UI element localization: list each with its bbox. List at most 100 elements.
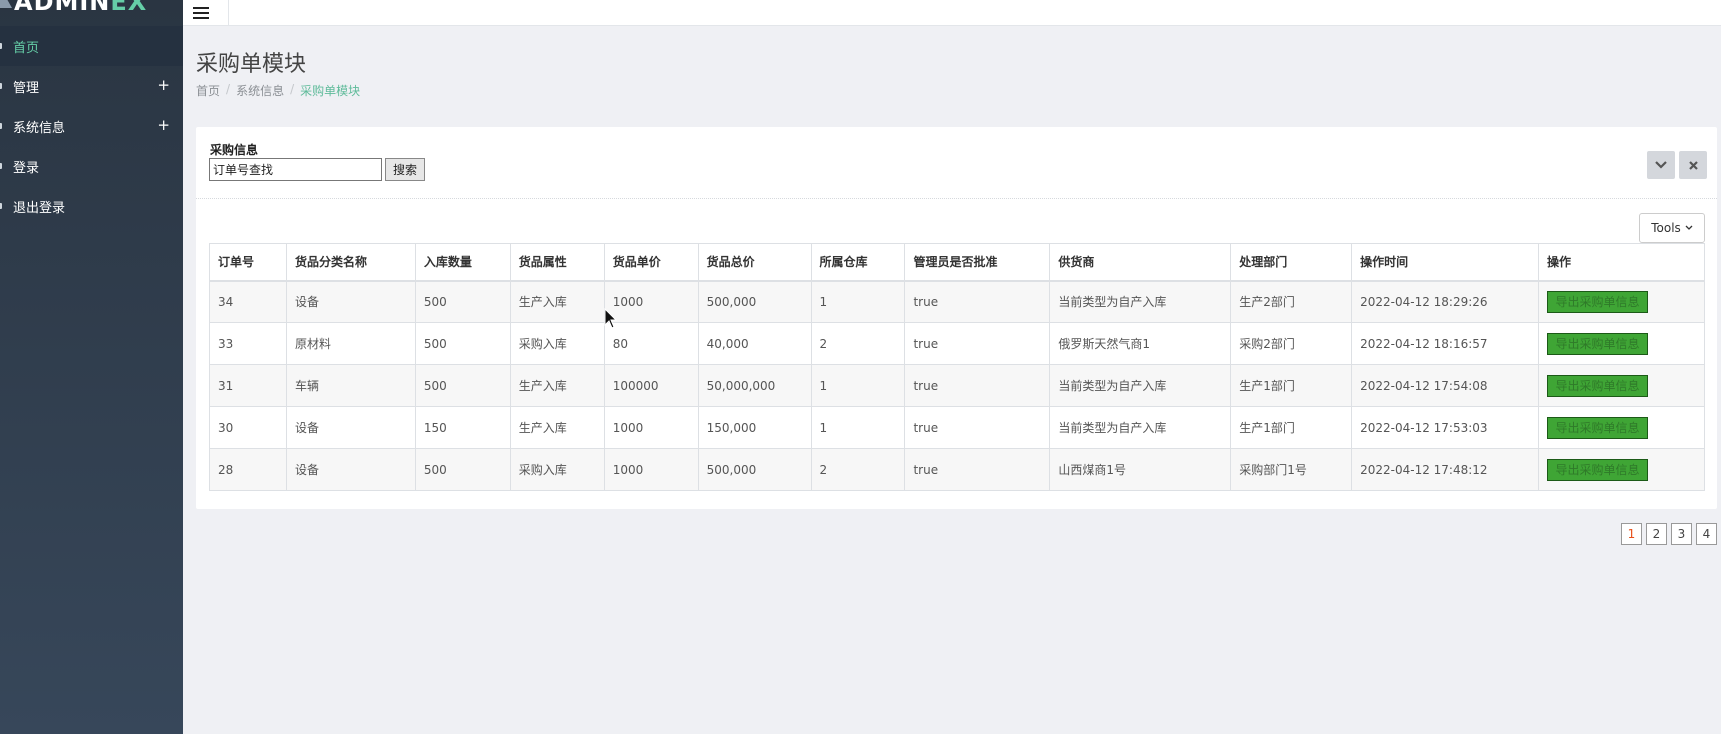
table-cell: 生产1部门	[1230, 364, 1353, 407]
search-button[interactable]: 搜索	[385, 158, 425, 181]
table-cell: 2022-04-12 18:16:57	[1351, 322, 1539, 365]
table-cell: 500	[414, 448, 511, 491]
export-purchase-order-button[interactable]: 导出采购单信息	[1547, 458, 1648, 481]
table-cell: 50,000,000	[697, 364, 812, 407]
sidebar-item[interactable]: 登录	[0, 146, 183, 186]
sidebar-item-label: 登录	[13, 160, 40, 176]
top-bar	[183, 0, 1721, 26]
page-button[interactable]: 2	[1646, 523, 1667, 545]
table-cell: true	[904, 364, 1051, 407]
table-cell: 生产2部门	[1230, 280, 1353, 323]
column-header[interactable]: 处理部门	[1230, 243, 1353, 282]
export-purchase-order-button[interactable]: 导出采购单信息	[1547, 374, 1648, 397]
table-cell: 2	[810, 448, 906, 491]
table-cell: true	[904, 280, 1051, 323]
menu-toggle-icon[interactable]	[183, 0, 229, 26]
nav-item-icon	[0, 43, 2, 49]
table-cell: 生产入库	[509, 406, 605, 449]
table-cell: 30	[209, 406, 287, 449]
sidebar-item[interactable]: 首页	[0, 26, 183, 66]
order-search-input[interactable]	[209, 158, 382, 181]
table-cell: 1000	[603, 406, 699, 449]
table-cell: 31	[209, 364, 287, 407]
breadcrumb-separator: /	[290, 82, 295, 96]
table-cell: 2022-04-12 17:48:12	[1351, 448, 1539, 491]
table-cell: 1	[810, 364, 906, 407]
table-cell: true	[904, 406, 1051, 449]
purchase-panel: 采购信息 搜索 Tools 订单号货品分类名称入库数量货品属性货品单价货品总价所…	[196, 127, 1717, 509]
sidebar-item-label: 退出登录	[13, 200, 66, 216]
sidebar-item-label: 首页	[13, 40, 40, 56]
column-header[interactable]: 供货商	[1049, 243, 1232, 282]
export-purchase-order-button[interactable]: 导出采购单信息	[1547, 416, 1648, 439]
table-cell: 采购入库	[509, 322, 605, 365]
page-button[interactable]: 1	[1621, 523, 1642, 545]
action-cell: 导出采购单信息	[1538, 406, 1705, 449]
column-header[interactable]: 货品属性	[509, 243, 605, 282]
sidebar-item[interactable]: 退出登录	[0, 186, 183, 226]
nav-item-icon	[0, 163, 2, 169]
table-row: 30 设备 150 生产入库 1000 150,000 1 true 当前类型为自产入库 生产1部…	[209, 406, 1705, 449]
table-cell: 1000	[603, 448, 699, 491]
table-row: 31 车辆 500 生产入库 100000 50,000,000 1 true 当前类型为自产入…	[209, 364, 1705, 407]
table-cell: 当前类型为自产入库	[1049, 364, 1232, 407]
column-header[interactable]: 所属仓库	[810, 243, 906, 282]
table-cell: 1	[810, 406, 906, 449]
close-icon[interactable]	[1679, 151, 1707, 179]
column-header[interactable]: 操作时间	[1351, 243, 1539, 282]
panel-header: 采购信息 搜索	[196, 127, 1717, 199]
nav-item-icon	[0, 203, 2, 209]
brand-name: ADMINEX	[14, 0, 147, 16]
table-cell: 车辆	[285, 364, 416, 407]
breadcrumb-system-info[interactable]: 系统信息	[236, 82, 284, 99]
page-header: 采购单模块	[196, 46, 306, 78]
table-cell: 2022-04-12 17:54:08	[1351, 364, 1539, 407]
export-purchase-order-button[interactable]: 导出采购单信息	[1547, 332, 1648, 355]
column-header[interactable]: 货品单价	[603, 243, 699, 282]
page-button[interactable]: 3	[1671, 523, 1692, 545]
sidebar: ADMINEX 首页管理 + 系统信息 + 登录退出登录	[0, 0, 183, 734]
table-cell: 2	[810, 322, 906, 365]
table-cell: 34	[209, 280, 287, 323]
table-cell: 当前类型为自产入库	[1049, 280, 1232, 323]
table-cell: 采购入库	[509, 448, 605, 491]
action-cell: 导出采购单信息	[1538, 364, 1705, 407]
sidebar-item-label: 系统信息	[13, 120, 66, 136]
action-cell: 导出采购单信息	[1538, 280, 1705, 323]
expand-plus-icon[interactable]: +	[157, 76, 170, 94]
table-cell: 80	[603, 322, 699, 365]
export-purchase-order-button[interactable]: 导出采购单信息	[1547, 290, 1648, 313]
logo-mark-icon	[0, 0, 12, 8]
column-header[interactable]: 货品总价	[697, 243, 812, 282]
table-cell: 生产1部门	[1230, 406, 1353, 449]
breadcrumb-home[interactable]: 首页	[196, 82, 220, 99]
column-header[interactable]: 货品分类名称	[285, 243, 416, 282]
sidebar-item[interactable]: 系统信息 +	[0, 106, 183, 146]
table-cell: 28	[209, 448, 287, 491]
column-header[interactable]: 操作	[1538, 243, 1705, 282]
page-button[interactable]: 4	[1696, 523, 1717, 545]
table-row: 33 原材料 500 采购入库 80 40,000 2 true 俄罗斯天然气商1 采购2部门 20…	[209, 322, 1705, 365]
table-cell: 俄罗斯天然气商1	[1049, 322, 1232, 365]
table-cell: 采购2部门	[1230, 322, 1353, 365]
table-cell: 1000	[603, 280, 699, 323]
column-header[interactable]: 订单号	[209, 243, 287, 282]
tools-dropdown-button[interactable]: Tools	[1639, 213, 1705, 243]
expand-plus-icon[interactable]: +	[157, 116, 170, 134]
brand-accent: EX	[110, 0, 148, 16]
sidebar-item[interactable]: 管理 +	[0, 66, 183, 106]
table-cell: 500	[414, 364, 511, 407]
table-cell: 2022-04-12 17:53:03	[1351, 406, 1539, 449]
table-cell: 150,000	[697, 406, 812, 449]
table-cell: 500	[414, 322, 511, 365]
chevron-down-icon	[1685, 225, 1693, 230]
column-header[interactable]: 管理员是否批准	[904, 243, 1051, 282]
action-cell: 导出采购单信息	[1538, 448, 1705, 491]
table-cell: 当前类型为自产入库	[1049, 406, 1232, 449]
column-header[interactable]: 入库数量	[414, 243, 511, 282]
table-cell: 山西煤商1号	[1049, 448, 1232, 491]
logo[interactable]: ADMINEX	[0, 0, 183, 26]
collapse-chevron-down-icon[interactable]	[1647, 151, 1675, 179]
table-row: 28 设备 500 采购入库 1000 500,000 2 true 山西煤商1号 采购部门1号 2…	[209, 448, 1705, 491]
purchase-table: 订单号 货品分类名称 入库数量 货品属性 货品单价 货品总价 所属仓库 管理员是否批准 供货商处…	[209, 243, 1705, 491]
